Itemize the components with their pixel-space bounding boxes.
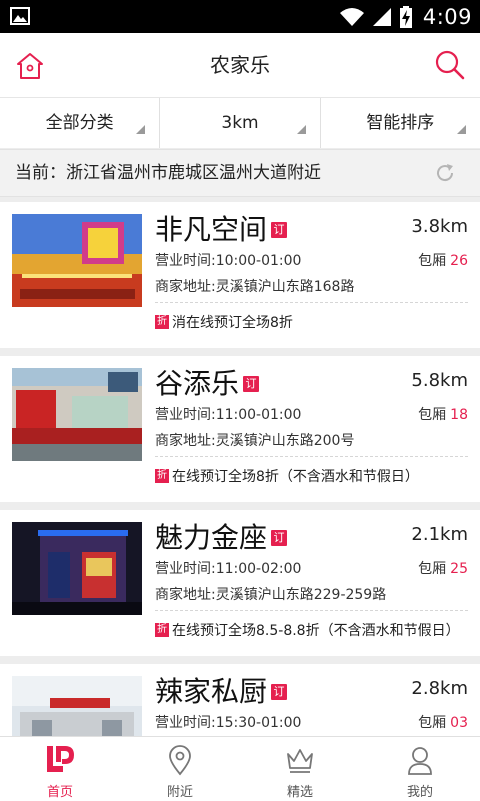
rooms-label: 包厢 <box>418 561 447 577</box>
tab-mine[interactable]: 我的 <box>360 737 480 801</box>
page-title: 农家乐 <box>210 53 270 77</box>
venue-distance: 2.1km <box>411 524 468 545</box>
gallery-icon <box>10 7 30 25</box>
dropdown-corner-icon <box>456 125 466 134</box>
venue-address: 商家地址:灵溪镇沪山东路200号 <box>155 433 355 449</box>
home-logo-icon <box>47 746 74 772</box>
reservation-badge: 订 <box>271 222 288 238</box>
tab-nearby-label: 附近 <box>166 785 193 800</box>
tab-home-label: 首页 <box>46 785 73 800</box>
location-pin-icon <box>169 745 191 776</box>
search-icon[interactable] <box>434 49 466 81</box>
venue-card[interactable]: 魅力金座 订 2.1km 营业时间:11:00-02:00 包厢 25 商家地址:… <box>0 510 480 656</box>
venue-card[interactable]: 谷添乐 订 5.8km 营业时间:11:00-01:00 包厢 18 商家地址:灵… <box>0 356 480 502</box>
venue-rooms: 包厢 26 <box>418 250 468 270</box>
tab-featured-label: 精选 <box>286 785 313 800</box>
dropdown-corner-icon <box>136 125 146 134</box>
discount-badge: 折 <box>155 623 169 637</box>
venue-name-text: 魅力金座 <box>155 521 268 554</box>
venue-hours: 营业时间:15:30-01:00 <box>155 715 302 731</box>
venue-name: 谷添乐 订 <box>155 364 260 404</box>
venue-hours: 营业时间:11:00-01:00 <box>155 407 302 423</box>
rooms-label: 包厢 <box>418 253 447 269</box>
dashed-divider <box>155 456 468 457</box>
status-time: 4:09 <box>422 4 472 29</box>
venue-promo: 折 消在线预订全场8折 <box>155 312 293 332</box>
filter-distance[interactable]: 3km <box>160 98 321 148</box>
reservation-badge: 订 <box>243 376 260 392</box>
tab-nearby[interactable]: 附近 <box>120 737 240 801</box>
tab-home[interactable]: 首页 <box>0 737 120 801</box>
rooms-label: 包厢 <box>418 407 447 423</box>
venue-name: 辣家私厨 订 <box>155 672 288 712</box>
venue-rooms: 包厢 03 <box>418 712 468 732</box>
dashed-divider <box>155 610 468 611</box>
filter-sort-label: 智能排序 <box>366 113 435 133</box>
venue-distance: 3.8km <box>411 216 468 237</box>
signal-icon <box>372 7 391 26</box>
venue-name-text: 辣家私厨 <box>155 675 268 708</box>
refresh-icon[interactable] <box>434 162 456 184</box>
promo-text: 在线预订全场8.5-8.8折（不含酒水和节假日） <box>172 623 460 639</box>
filter-category[interactable]: 全部分类 <box>0 98 161 148</box>
venue-name: 非凡空间 订 <box>155 210 288 250</box>
discount-badge: 折 <box>155 469 169 483</box>
reservation-badge: 订 <box>271 530 288 546</box>
tab-featured[interactable]: 精选 <box>240 737 360 801</box>
promo-text: 在线预订全场8折（不含酒水和节假日） <box>172 469 419 485</box>
app-header: 农家乐 <box>0 33 480 98</box>
venue-hours: 营业时间:10:00-01:00 <box>155 253 302 269</box>
wifi-icon <box>339 7 364 26</box>
filter-category-label: 全部分类 <box>45 113 114 133</box>
tab-mine-label: 我的 <box>406 785 433 800</box>
filter-bar: 全部分类 3km 智能排序 <box>0 98 480 148</box>
crown-icon <box>287 749 313 773</box>
promo-text: 消在线预订全场8折 <box>172 315 293 331</box>
dashed-divider <box>155 302 468 303</box>
current-location-bar: 当前：浙江省温州市鹿城区温州大道附近 <box>0 149 480 197</box>
rooms-count: 03 <box>450 715 468 731</box>
dropdown-corner-icon <box>296 125 306 134</box>
venue-promo: 折 在线预订全场8折（不含酒水和节假日） <box>155 466 419 486</box>
venue-photo <box>12 522 142 615</box>
venue-name-text: 非凡空间 <box>155 213 268 246</box>
bottom-tab-bar: 首页 附近 精选 我的 <box>0 736 480 801</box>
current-location-text: 当前：浙江省温州市鹿城区温州大道附近 <box>15 163 321 183</box>
venue-card[interactable]: 辣家私厨 订 2.8km 营业时间:15:30-01:00 包厢 03 <box>0 664 480 736</box>
venue-address: 商家地址:灵溪镇沪山东路229-259路 <box>155 587 387 603</box>
filter-sort[interactable]: 智能排序 <box>321 98 480 148</box>
venue-distance: 5.8km <box>411 370 468 391</box>
rooms-count: 18 <box>450 407 468 423</box>
rooms-label: 包厢 <box>418 715 447 731</box>
filter-distance-label: 3km <box>221 113 259 133</box>
reservation-badge: 订 <box>271 684 288 700</box>
venue-list: 非凡空间 订 3.8km 营业时间:10:00-01:00 包厢 26 商家地址:… <box>0 196 480 736</box>
venue-name-text: 谷添乐 <box>155 367 240 400</box>
rooms-count: 26 <box>450 253 468 269</box>
venue-distance: 2.8km <box>411 678 468 699</box>
venue-hours: 营业时间:11:00-02:00 <box>155 561 302 577</box>
venue-card[interactable]: 非凡空间 订 3.8km 营业时间:10:00-01:00 包厢 26 商家地址:… <box>0 202 480 348</box>
venue-rooms: 包厢 25 <box>418 558 468 578</box>
venue-photo <box>12 214 142 307</box>
venue-promo: 折 在线预订全场8.5-8.8折（不含酒水和节假日） <box>155 620 460 640</box>
venue-address: 商家地址:灵溪镇沪山东路168路 <box>155 279 355 295</box>
venue-photo <box>12 368 142 461</box>
venue-name: 魅力金座 订 <box>155 518 288 558</box>
battery-charging-icon <box>399 5 412 28</box>
status-bar: 4:09 <box>0 0 480 33</box>
rooms-count: 25 <box>450 561 468 577</box>
venue-rooms: 包厢 18 <box>418 404 468 424</box>
venue-photo <box>12 676 142 736</box>
discount-badge: 折 <box>155 315 169 329</box>
user-icon <box>408 747 432 775</box>
